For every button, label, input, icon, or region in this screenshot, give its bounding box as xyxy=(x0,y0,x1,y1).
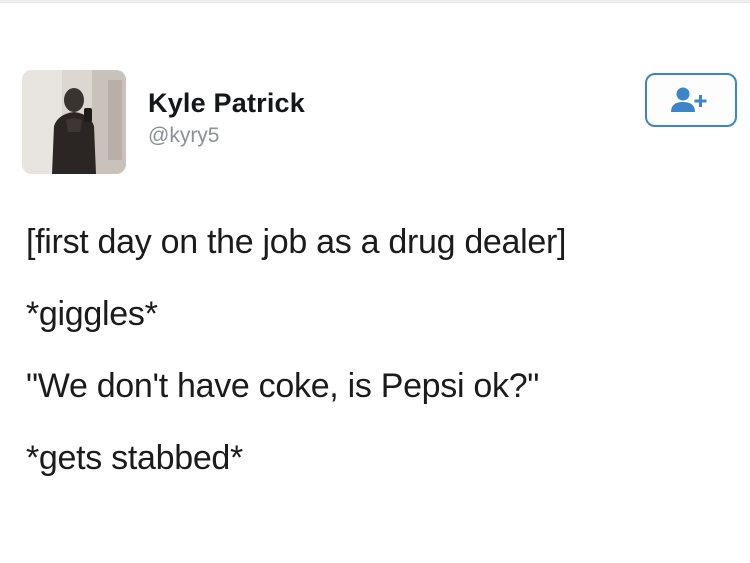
add-user-icon xyxy=(671,87,707,112)
avatar[interactable] xyxy=(22,70,126,174)
tweet-card: Kyle Patrick @kyry5 [first day on the jo… xyxy=(0,0,750,563)
user-handle[interactable]: @kyry5 xyxy=(148,124,305,148)
tweet-line: "We don't have coke, is Pepsi ok?" xyxy=(26,367,540,405)
follow-button[interactable] xyxy=(645,73,737,127)
display-name[interactable]: Kyle Patrick xyxy=(148,88,305,118)
tweet-line: *gets stabbed* xyxy=(26,439,243,477)
tweet-text: [first day on the job as a drug dealer] … xyxy=(26,222,736,510)
tweet-line: *giggles* xyxy=(26,295,158,333)
tweet-line: [first day on the job as a drug dealer] xyxy=(26,223,567,261)
avatar-photo xyxy=(22,70,126,174)
user-info: Kyle Patrick @kyry5 xyxy=(148,88,305,148)
